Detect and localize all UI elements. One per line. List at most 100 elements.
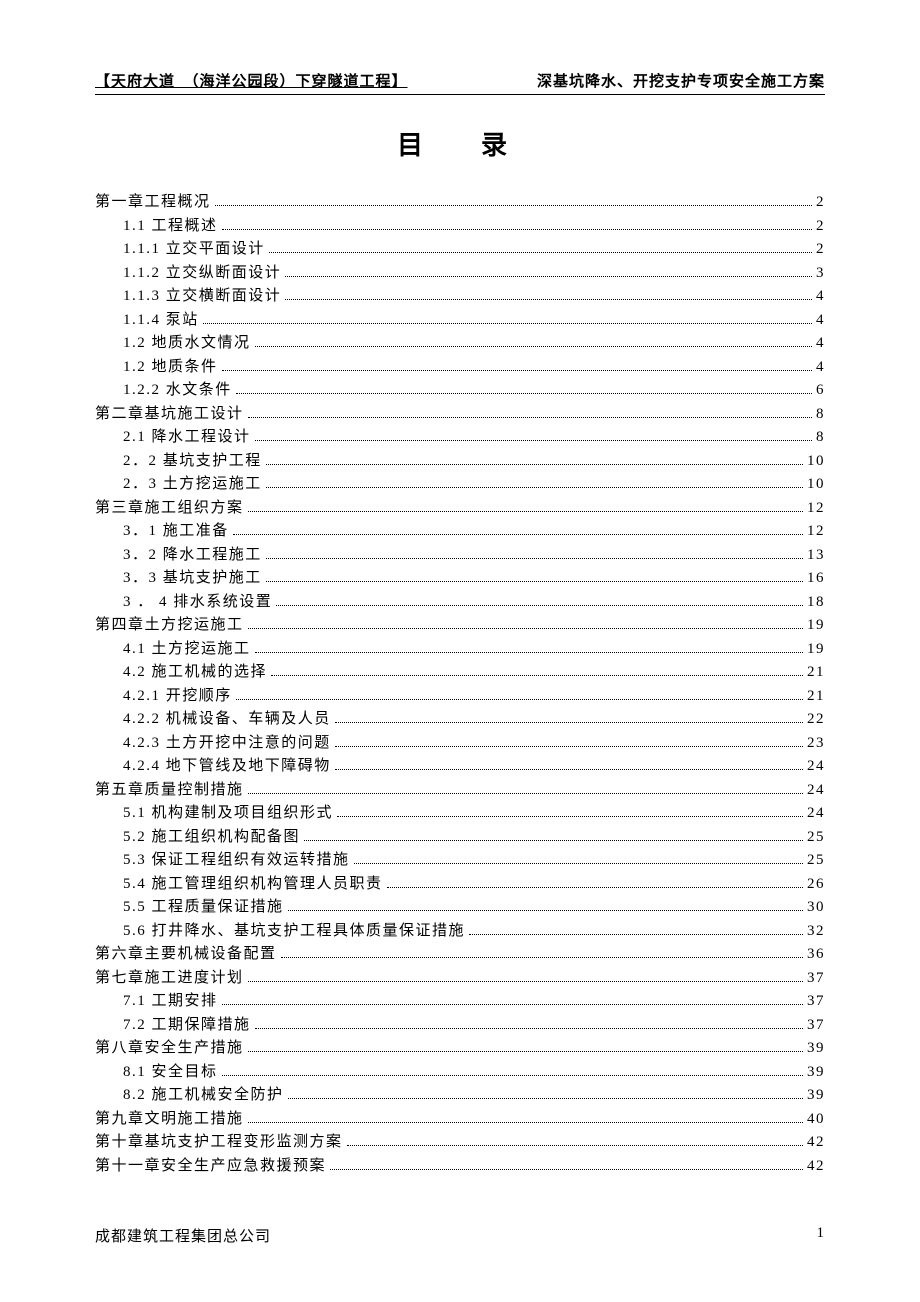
toc-entry-label: 第八章安全生产措施 <box>95 1036 244 1057</box>
toc-entry-page: 24 <box>807 758 825 775</box>
toc-entry-label: 第三章施工组织方案 <box>95 496 244 517</box>
toc-leader-dots <box>354 863 803 864</box>
toc-entry-label: 5.4 施工管理组织机构管理人员职责 <box>123 872 383 893</box>
toc-leader-dots <box>276 605 803 606</box>
header-right-title: 深基坑降水、开挖支护专项安全施工方案 <box>537 70 825 91</box>
toc-entry: 第八章安全生产措施 39 <box>95 1036 825 1057</box>
toc-entry-label: 3．1 施工准备 <box>123 519 229 540</box>
toc-entry-label: 5.2 施工组织机构配备图 <box>123 825 300 846</box>
toc-entry: 第二章基坑施工设计 8 <box>95 402 825 423</box>
toc-entry-page: 37 <box>807 993 825 1010</box>
toc-entry-page: 8 <box>816 406 825 423</box>
toc-title: 目 录 <box>95 125 825 162</box>
toc-entry-page: 4 <box>816 359 825 376</box>
toc-entry-page: 24 <box>807 782 825 799</box>
footer-company: 成都建筑工程集团总公司 <box>95 1225 271 1246</box>
toc-entry-label: 第二章基坑施工设计 <box>95 402 244 423</box>
toc-entry: 5.5 工程质量保证措施30 <box>95 895 825 916</box>
toc-entry-label: 第五章质量控制措施 <box>95 778 244 799</box>
toc-entry-label: 第十一章安全生产应急救援预案 <box>95 1154 326 1175</box>
toc-leader-dots <box>347 1145 803 1146</box>
toc-leader-dots <box>255 346 812 347</box>
toc-leader-dots <box>288 1098 803 1099</box>
toc-entry-page: 39 <box>807 1087 825 1104</box>
toc-entry: 5.2 施工组织机构配备图 25 <box>95 825 825 846</box>
toc-leader-dots <box>387 887 803 888</box>
header-left-title: 【天府大道 （海洋公园段）下穿隧道工程】 <box>95 70 408 91</box>
toc-entry-page: 42 <box>807 1134 825 1151</box>
toc-entry-page: 8 <box>816 429 825 446</box>
toc-leader-dots <box>266 558 803 559</box>
toc-entry-label: 1.1.2 立交纵断面设计 <box>123 261 281 282</box>
toc-leader-dots <box>203 323 812 324</box>
toc-entry-page: 24 <box>807 805 825 822</box>
toc-entry: 4.2.4 地下管线及地下障碍物 24 <box>95 754 825 775</box>
toc-entry-label: 3．3 基坑支护施工 <box>123 566 262 587</box>
toc-entry: 4.2 施工机械的选择21 <box>95 660 825 681</box>
toc-entry-label: 1.1.3 立交横断面设计 <box>123 284 281 305</box>
toc-entry-page: 2 <box>816 241 825 258</box>
toc-entry-page: 4 <box>816 335 825 352</box>
toc-entry-label: 第七章施工进度计划 <box>95 966 244 987</box>
toc-entry-page: 13 <box>807 547 825 564</box>
toc-entry-page: 10 <box>807 476 825 493</box>
toc-entry: 第十一章安全生产应急救援预案 42 <box>95 1154 825 1175</box>
toc-entry-label: 第四章土方挖运施工 <box>95 613 244 634</box>
toc-entry-page: 12 <box>807 500 825 517</box>
toc-leader-dots <box>335 722 803 723</box>
toc-entry-page: 30 <box>807 899 825 916</box>
toc-entry-label: 1.1.1 立交平面设计 <box>123 237 265 258</box>
toc-entry-label: 2．2 基坑支护工程 <box>123 449 262 470</box>
toc-entry-page: 25 <box>807 852 825 869</box>
toc-leader-dots <box>288 910 803 911</box>
toc-entry-label: 2.1 降水工程设计 <box>123 425 251 446</box>
toc-entry: 5.3 保证工程组织有效运转措施 25 <box>95 848 825 869</box>
toc-entry: 第三章施工组织方案 12 <box>95 496 825 517</box>
toc-leader-dots <box>304 840 803 841</box>
toc-entry-label: 第一章工程概况 <box>95 190 211 211</box>
toc-leader-dots <box>269 252 812 253</box>
toc-entry-page: 18 <box>807 594 825 611</box>
toc-entry-page: 36 <box>807 946 825 963</box>
toc-entry: 第六章主要机械设备配置36 <box>95 942 825 963</box>
toc-entry-label: 4.1 土方挖运施工 <box>123 637 251 658</box>
toc-entry-label: 3 ． 4 排水系统设置 <box>123 590 272 611</box>
toc-entry-label: 5.1 机构建制及项目组织形式 <box>123 801 333 822</box>
toc-entry: 第九章文明施工措施40 <box>95 1107 825 1128</box>
toc-entry-label: 8.1 安全目标 <box>123 1060 218 1081</box>
toc-entry-page: 22 <box>807 711 825 728</box>
toc-entry: 1.1.4 泵站4 <box>95 308 825 329</box>
toc-entry-label: 4.2.4 地下管线及地下障碍物 <box>123 754 331 775</box>
toc-entry-label: 第十章基坑支护工程变形监测方案 <box>95 1130 343 1151</box>
toc-leader-dots <box>335 746 803 747</box>
toc-entry-label: 5.3 保证工程组织有效运转措施 <box>123 848 350 869</box>
toc-leader-dots <box>236 699 803 700</box>
toc-entry-page: 37 <box>807 970 825 987</box>
toc-entry: 4.2.2 机械设备、车辆及人员22 <box>95 707 825 728</box>
toc-entry: 8.1 安全目标39 <box>95 1060 825 1081</box>
toc-leader-dots <box>233 534 803 535</box>
toc-entry-page: 23 <box>807 735 825 752</box>
toc-entry-page: 26 <box>807 876 825 893</box>
toc-entry: 1.1.3 立交横断面设计4 <box>95 284 825 305</box>
toc-entry: 1.1.2 立交纵断面设计3 <box>95 261 825 282</box>
toc-entry: 5.6 打井降水、基坑支护工程具体质量保证措施32 <box>95 919 825 940</box>
toc-entry-page: 25 <box>807 829 825 846</box>
toc-entry: 1.2 地质条件4 <box>95 355 825 376</box>
toc-entry: 3．2 降水工程施工 13 <box>95 543 825 564</box>
toc-entry-page: 19 <box>807 641 825 658</box>
toc-leader-dots <box>248 1122 803 1123</box>
toc-entry-page: 39 <box>807 1040 825 1057</box>
toc-entry: 1.2 地质水文情况4 <box>95 331 825 352</box>
toc-entry-page: 32 <box>807 923 825 940</box>
toc-entry-label: 3．2 降水工程施工 <box>123 543 262 564</box>
toc-leader-dots <box>266 464 803 465</box>
toc-entry-label: 7.2 工期保障措施 <box>123 1013 251 1034</box>
toc-leader-dots <box>215 205 812 206</box>
toc-leader-dots <box>248 793 803 794</box>
toc-entry-label: 7.1 工期安排 <box>123 989 218 1010</box>
toc-leader-dots <box>255 440 812 441</box>
toc-entry: 第一章工程概况2 <box>95 190 825 211</box>
toc-entry: 1.1.1 立交平面设计 2 <box>95 237 825 258</box>
toc-entry-page: 42 <box>807 1158 825 1175</box>
